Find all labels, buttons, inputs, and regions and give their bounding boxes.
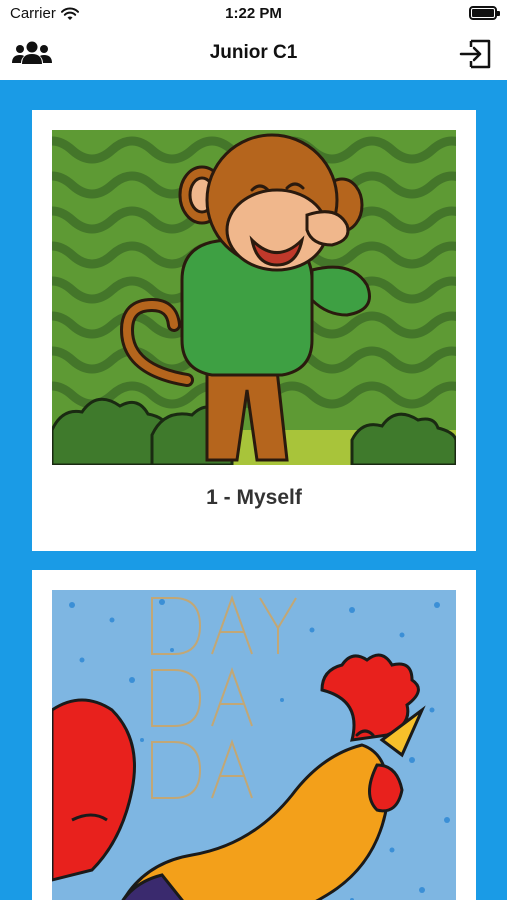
- rooster-illustration: [52, 590, 456, 900]
- unit-list: 1 - Myself: [0, 80, 507, 900]
- battery-icon: [469, 6, 500, 20]
- unit-card-2[interactable]: [32, 570, 476, 900]
- unit-card-myself[interactable]: 1 - Myself: [32, 110, 476, 551]
- status-time: 1:22 PM: [225, 5, 282, 22]
- nav-bar: Junior C1: [0, 30, 507, 80]
- logout-icon[interactable]: [459, 38, 493, 70]
- status-bar: Carrier 1:22 PM: [0, 0, 507, 30]
- monkey-illustration: [52, 130, 456, 465]
- page-title: Junior C1: [209, 42, 298, 63]
- unit-title: 1 - Myself: [206, 486, 302, 509]
